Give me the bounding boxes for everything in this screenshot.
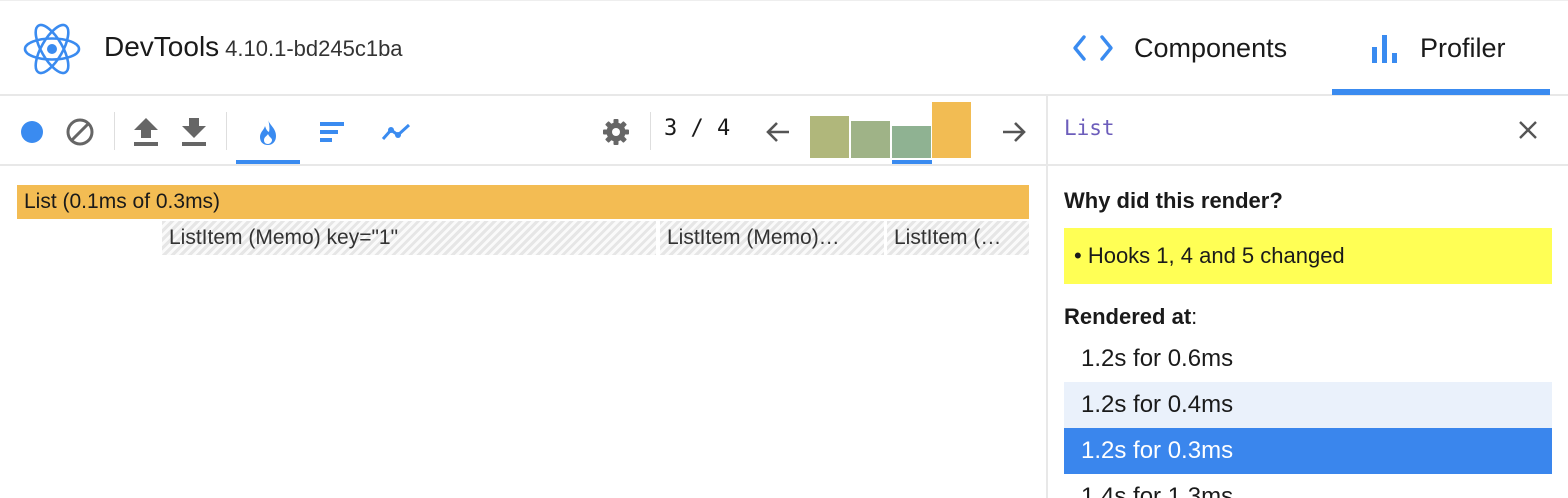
tab-profiler-label: Profiler: [1420, 32, 1506, 63]
toolbar-separator: [650, 112, 651, 150]
flame-bar-listitem[interactable]: ListItem (Memo)…: [660, 221, 884, 255]
why-render-heading: Why did this render?: [1064, 188, 1283, 213]
active-chart-indicator: [236, 160, 300, 164]
flame-bar-listitem[interactable]: ListItem (…: [887, 221, 1029, 255]
app-version: 4.10.1-bd245c1ba: [225, 36, 403, 61]
arrow-right-icon: [1003, 122, 1026, 142]
commit-bar[interactable]: [810, 116, 849, 158]
code-brackets-icon: [1073, 35, 1113, 61]
close-sidebar-button[interactable]: [1514, 116, 1542, 144]
line-chart-icon: [381, 123, 411, 140]
gear-icon: [603, 119, 629, 145]
close-icon: [1519, 121, 1537, 139]
upload-icon: [134, 118, 158, 146]
render-list-item[interactable]: 1.2s for 0.4ms: [1064, 382, 1552, 428]
sidebar-panel: List Why did this render? • Hooks 1, 4 a…: [1048, 96, 1568, 498]
commit-bar[interactable]: [892, 126, 931, 158]
flamegraph-chart-button[interactable]: [248, 114, 288, 150]
toolbar-separator: [226, 112, 227, 150]
profiler-toolbar: 3 / 4: [0, 96, 1046, 166]
flame-bar-listitem[interactable]: ListItem (Memo) key="1": [162, 221, 656, 255]
commit-bar[interactable]: [851, 121, 890, 158]
flame-icon: [260, 119, 276, 145]
render-list: 1.2s for 0.6ms 1.2s for 0.4ms 1.2s for 0…: [1064, 336, 1552, 498]
render-reason: • Hooks 1, 4 and 5 changed: [1064, 228, 1552, 284]
previous-commit-button[interactable]: [762, 116, 794, 148]
top-header: DevTools 4.10.1-bd245c1ba Components Prof…: [0, 0, 1568, 96]
selected-commit-indicator: [892, 160, 932, 164]
rendered-at-colon: :: [1191, 304, 1198, 329]
block-icon: [66, 118, 94, 146]
render-list-item[interactable]: 1.4s for 1.3ms: [1064, 474, 1552, 498]
toolbar-separator: [114, 112, 115, 150]
settings-button[interactable]: [600, 116, 632, 148]
rendered-at-heading: Rendered at:: [1064, 304, 1197, 330]
flamegraph: List (0.1ms of 0.3ms) ListItem (Memo) ke…: [0, 168, 1046, 498]
record-icon: [21, 121, 43, 143]
ranked-chart-button[interactable]: [314, 116, 350, 148]
save-profile-button[interactable]: [178, 114, 210, 148]
app-title: DevTools 4.10.1-bd245c1ba: [104, 31, 403, 63]
timeline-chart-button[interactable]: [376, 116, 416, 148]
commit-index: 3 / 4: [664, 116, 731, 141]
clear-profiling-data-button[interactable]: [64, 116, 96, 148]
react-logo-icon: [23, 23, 81, 75]
flame-bar-list[interactable]: List (0.1ms of 0.3ms): [17, 185, 1029, 219]
next-commit-button[interactable]: [998, 116, 1030, 148]
rendered-at-label: Rendered at: [1064, 304, 1192, 329]
arrow-left-icon: [766, 122, 789, 142]
tab-profiler[interactable]: Profiler: [1332, 1, 1550, 95]
render-list-item-selected[interactable]: 1.2s for 0.3ms: [1064, 428, 1552, 474]
sidebar-header: List: [1048, 96, 1568, 166]
load-profile-button[interactable]: [130, 114, 162, 148]
app-name: DevTools: [104, 31, 220, 62]
render-list-item[interactable]: 1.2s for 0.6ms: [1064, 336, 1552, 382]
bar-chart-icon: [1372, 35, 1397, 63]
active-tab-indicator: [1332, 89, 1550, 95]
tab-components-label: Components: [1134, 32, 1288, 63]
commit-bar[interactable]: [932, 102, 971, 158]
tab-components[interactable]: Components: [1072, 1, 1322, 95]
download-icon: [182, 118, 206, 146]
record-button[interactable]: [18, 118, 46, 146]
commit-selector[interactable]: [810, 100, 974, 158]
selected-component-name: List: [1064, 116, 1115, 140]
ranked-bars-icon: [320, 122, 344, 142]
